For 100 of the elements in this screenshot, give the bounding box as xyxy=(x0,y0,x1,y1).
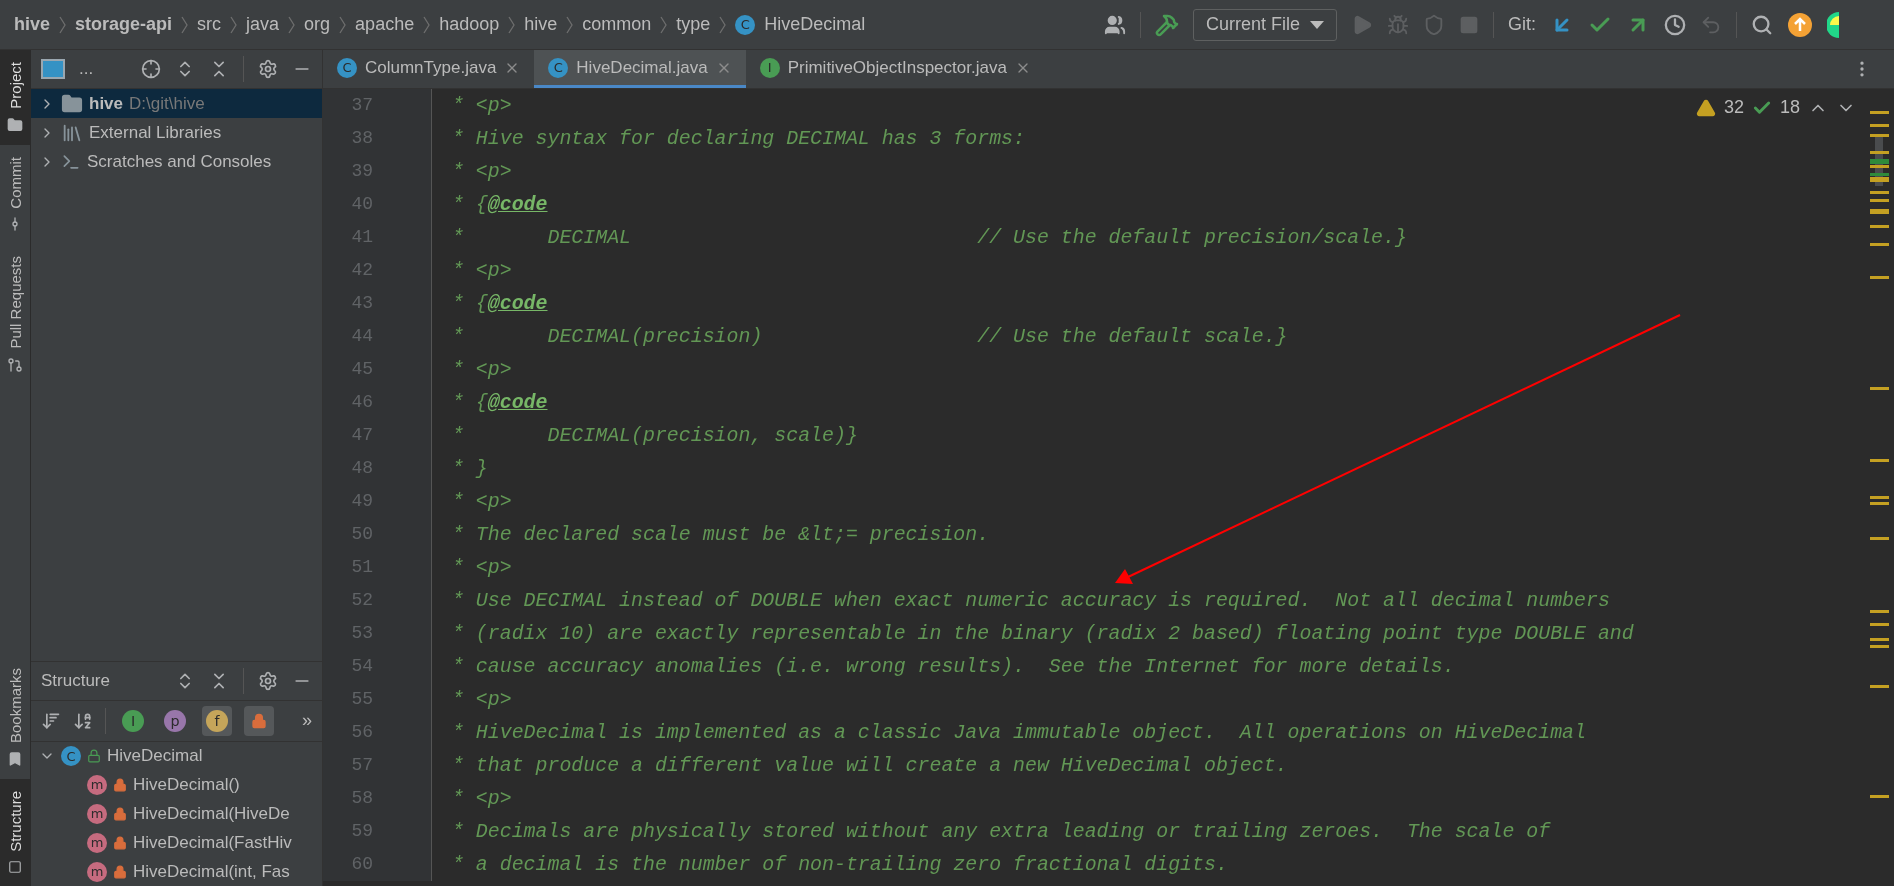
locate-icon[interactable] xyxy=(141,59,161,79)
settings-icon[interactable] xyxy=(258,59,278,79)
code-line: * The declared scale must be &lt;= precision. xyxy=(451,523,990,546)
code-line: * cause accuracy anomalies (i.e. wrong results). See the Internet for more details. xyxy=(451,655,1455,678)
tool-window-tab[interactable]: Commit xyxy=(0,144,30,245)
structure-tree-item[interactable]: m HiveDecimal(FastHiv xyxy=(31,828,322,858)
users-icon[interactable] xyxy=(1104,13,1126,36)
chevron-icon xyxy=(508,15,516,34)
code-line: * Hive syntax for declaring DECIMAL has 3 forms: xyxy=(451,127,1025,150)
breadcrumb-item[interactable]: common xyxy=(582,14,652,35)
breadcrumb-item[interactable]: hadoop xyxy=(439,14,500,35)
panel-title: Structure xyxy=(41,670,110,691)
method-icon: m xyxy=(87,832,107,853)
breadcrumb-item[interactable]: hive xyxy=(524,14,558,35)
lock-icon xyxy=(113,835,127,850)
item-label: HiveDecimal() xyxy=(133,774,240,795)
code-line: * {@code xyxy=(451,193,548,216)
chevron-icon xyxy=(59,15,67,34)
code-line: * a decimal is the number of non-trailing zero fractional digits. xyxy=(451,853,1228,876)
project-tree-item[interactable]: hive D:\git\hive xyxy=(31,89,322,118)
project-tree-item[interactable]: Scratches and Consoles xyxy=(31,147,322,176)
code-line: * DECIMAL(precision, scale)} xyxy=(451,424,858,447)
class-icon: C xyxy=(61,746,81,767)
editor-tab[interactable]: I PrimitiveObjectInspector.java xyxy=(745,50,1045,88)
logo-icon[interactable] xyxy=(1827,11,1840,38)
item-label: HiveDecimal(HiveDe xyxy=(133,803,290,824)
chevron-icon xyxy=(339,15,347,34)
code-line: * <p> xyxy=(451,94,512,117)
lock-icon xyxy=(113,806,127,821)
run-configuration-dropdown[interactable]: Current File xyxy=(1193,8,1338,41)
lock-icon xyxy=(87,749,101,764)
code-line: * (radix 10) are exactly representable in the binary (radix 2 based) floating point type DOUBLE and xyxy=(451,622,1634,645)
method-icon: m xyxy=(87,861,107,882)
class-icon: C xyxy=(735,14,756,35)
breadcrumb-item[interactable]: org xyxy=(304,14,331,35)
pull-request-icon xyxy=(7,356,23,373)
method-icon: m xyxy=(87,803,107,824)
more-button[interactable]: » xyxy=(302,710,312,732)
code-line: * } xyxy=(451,457,488,480)
chevron-icon xyxy=(660,15,668,34)
search-icon[interactable] xyxy=(1751,13,1774,36)
breadcrumb-item[interactable]: java xyxy=(246,14,280,35)
folder-icon xyxy=(7,116,23,133)
settings-icon[interactable] xyxy=(258,670,278,691)
tool-window-tab[interactable]: Structure xyxy=(0,779,30,886)
structure-tree-item[interactable]: m HiveDecimal(int, Fas xyxy=(31,857,322,886)
bookmark-icon xyxy=(7,751,23,768)
editor-tab[interactable]: C ColumnType.java xyxy=(323,50,535,88)
warning-icon[interactable] xyxy=(1695,97,1716,118)
item-label: External Libraries xyxy=(89,122,222,143)
tool-window-tab[interactable]: Bookmarks xyxy=(0,656,30,780)
filter-toggle[interactable] xyxy=(244,705,274,736)
structure-tree-item[interactable]: m HiveDecimal(HiveDe xyxy=(31,799,322,829)
code-line: * Decimals are physically stored without any extra leading or trailing zeroes. The scale of xyxy=(451,820,1551,843)
breadcrumb-item[interactable]: HiveDecimal xyxy=(764,14,866,35)
chevron-icon xyxy=(566,15,574,34)
breadcrumb-item[interactable]: src xyxy=(197,14,222,35)
structure-tree-item[interactable]: m HiveDecimal() xyxy=(31,770,322,800)
chevron-icon xyxy=(288,15,296,34)
class-icon: C xyxy=(548,57,569,78)
git-label: Git: xyxy=(1508,14,1537,35)
code-line: * <p> xyxy=(451,358,512,381)
breadcrumb-item[interactable]: hive xyxy=(14,14,51,35)
chevron-icon xyxy=(719,15,727,34)
lock-icon xyxy=(113,777,127,792)
code-line: * that produce a different value will create a new HiveDecimal object. xyxy=(451,754,1288,777)
code-line: * {@code xyxy=(451,391,548,414)
code-line: * <p> xyxy=(451,160,512,183)
class-icon: C xyxy=(337,57,357,78)
breadcrumb-item[interactable]: apache xyxy=(355,14,415,35)
method-icon: m xyxy=(87,774,107,795)
warning-count[interactable]: 32 xyxy=(1723,97,1744,118)
item-path: D:\git\hive xyxy=(129,93,205,114)
caret-icon xyxy=(1310,20,1325,29)
history-icon[interactable] xyxy=(1664,13,1687,36)
item-label: HiveDecimal(FastHiv xyxy=(133,832,292,853)
code-line: * Use DECIMAL instead of DOUBLE when exact numeric accuracy is required. Not all decimal numbers xyxy=(451,589,1610,612)
code-line: * <p> xyxy=(451,787,512,810)
project-tree-item[interactable]: External Libraries xyxy=(31,118,322,147)
update-icon[interactable] xyxy=(1787,11,1814,38)
code-line: * DECIMAL(precision) // Use the default scale.} xyxy=(451,325,1288,348)
code-line: * <p> xyxy=(451,490,512,513)
code-line: * <p> xyxy=(451,556,512,579)
tool-window-tab[interactable]: Pull Requests xyxy=(0,244,30,385)
item-label: HiveDecimal(int, Fas xyxy=(133,861,290,882)
typo-count[interactable]: 18 xyxy=(1779,97,1800,118)
code-line: * DECIMAL // Use the default precision/scale.} xyxy=(451,226,1407,249)
code-line: * HiveDecimal is implemented as a classic Java immutable object. All operations on HiveDecimal xyxy=(451,721,1586,744)
breadcrumb-item[interactable]: storage-api xyxy=(75,14,173,35)
hammer-icon[interactable] xyxy=(1155,12,1179,37)
chevron-icon xyxy=(181,15,189,34)
structure-tree-item[interactable]: C HiveDecimal xyxy=(31,741,322,771)
lock-icon xyxy=(251,712,267,729)
code-line: * <p> xyxy=(451,259,512,282)
tool-window-tab[interactable]: Project xyxy=(0,50,30,145)
item-label: Scratches and Consoles xyxy=(87,151,272,172)
breadcrumb-item[interactable]: type xyxy=(676,14,711,35)
editor-tab[interactable]: C HiveDecimal.java xyxy=(534,50,746,88)
panel-title: ... xyxy=(79,59,94,79)
code-line: * {@code xyxy=(451,292,548,315)
